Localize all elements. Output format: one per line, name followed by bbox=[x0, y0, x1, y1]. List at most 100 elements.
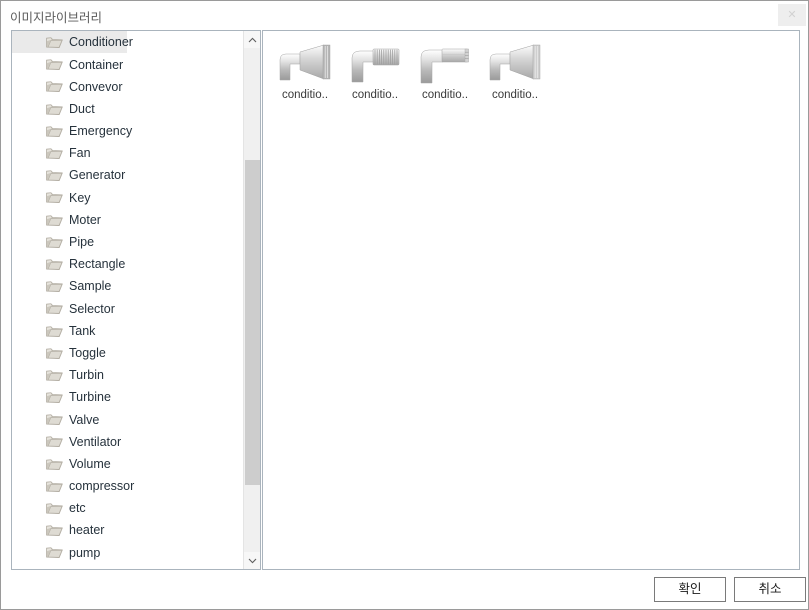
close-icon: ✕ bbox=[787, 8, 797, 21]
list-item[interactable]: Sample bbox=[12, 275, 244, 297]
thumbnail-item[interactable]: conditio.. bbox=[270, 38, 340, 110]
image-library-dialog: 이미지라이브러리 ✕ Conditioner Container Convevor D… bbox=[0, 0, 809, 610]
thumbnail-image-wrap bbox=[414, 40, 476, 86]
folder-icon bbox=[46, 436, 63, 448]
folder-icon bbox=[46, 148, 63, 160]
list-item[interactable]: compressor bbox=[12, 475, 244, 497]
folder-icon bbox=[46, 59, 63, 71]
folder-icon bbox=[46, 237, 63, 248]
folder-icon bbox=[46, 370, 63, 381]
list-item-label: Container bbox=[69, 57, 124, 72]
thumbnail-image bbox=[489, 44, 541, 81]
folder-icon bbox=[46, 303, 63, 315]
list-item[interactable]: Generator bbox=[12, 164, 244, 186]
list-item[interactable]: Tank bbox=[12, 319, 244, 341]
list-item[interactable]: Turbine bbox=[12, 386, 244, 408]
scrollbar-thumb[interactable] bbox=[245, 160, 260, 485]
list-item[interactable]: Ventilator bbox=[12, 430, 244, 452]
scroll-up-button[interactable] bbox=[244, 31, 260, 48]
thumbnail-item[interactable]: conditio.. bbox=[410, 38, 480, 110]
list-item-label: Volume bbox=[69, 456, 111, 471]
ok-button[interactable]: 확인 bbox=[654, 577, 726, 602]
list-item[interactable]: Duct bbox=[12, 98, 244, 120]
folder-icon bbox=[46, 104, 63, 115]
thumbnail-grid[interactable]: conditio.. conditio.. conditio.. conditio.. bbox=[270, 38, 799, 110]
list-item[interactable]: Turbin bbox=[12, 364, 244, 386]
thumbnail-panel: conditio.. conditio.. conditio.. conditio.. bbox=[262, 30, 800, 570]
list-item[interactable]: Rectangle bbox=[12, 253, 244, 275]
list-item-label: Duct bbox=[69, 101, 95, 116]
list-item[interactable]: pump bbox=[12, 541, 244, 563]
list-item-label: Toggle bbox=[69, 345, 106, 360]
category-list-panel: Conditioner Container Convevor Duct Emergenc… bbox=[11, 30, 261, 570]
thumbnail-item[interactable]: conditio.. bbox=[480, 38, 550, 110]
dialog-button-bar: 확인 취소 bbox=[1, 569, 808, 609]
category-list[interactable]: Conditioner Container Convevor Duct Emergenc… bbox=[12, 31, 244, 569]
list-item[interactable]: Container bbox=[12, 53, 244, 75]
folder-icon bbox=[46, 81, 63, 93]
folder-icon bbox=[46, 525, 63, 537]
list-item-label: Tank bbox=[69, 323, 96, 338]
list-item-label: Generator bbox=[69, 168, 126, 183]
folder-icon bbox=[46, 259, 63, 271]
chevron-down-icon bbox=[248, 558, 256, 563]
list-item[interactable]: Conditioner bbox=[12, 31, 133, 54]
list-item[interactable]: Fan bbox=[12, 142, 244, 164]
list-item-label: Fan bbox=[69, 146, 91, 161]
thumbnail-label: conditio.. bbox=[351, 89, 399, 101]
list-item-label: Emergency bbox=[69, 124, 133, 139]
list-item-label: heater bbox=[69, 523, 105, 538]
thumbnail-label: conditio.. bbox=[421, 89, 469, 101]
list-item-label: Conditioner bbox=[69, 35, 133, 50]
folder-icon bbox=[46, 325, 63, 337]
folder-icon bbox=[46, 126, 63, 137]
thumbnail-item[interactable]: conditio.. bbox=[340, 38, 410, 110]
list-item-label: etc bbox=[69, 501, 86, 516]
list-item-label: Selector bbox=[69, 301, 115, 316]
list-item-label: Sample bbox=[69, 279, 112, 294]
list-item-label: Key bbox=[69, 190, 91, 205]
folder-icon bbox=[46, 37, 63, 49]
folder-icon bbox=[46, 170, 63, 182]
list-item[interactable]: Volume bbox=[12, 453, 244, 475]
thumbnail-image-wrap bbox=[484, 40, 546, 86]
list-item[interactable]: Convevor bbox=[12, 75, 244, 97]
list-item[interactable]: Moter bbox=[12, 209, 244, 231]
list-item-label: compressor bbox=[69, 479, 135, 494]
list-item-label: Valve bbox=[69, 412, 100, 427]
chevron-up-icon bbox=[248, 37, 256, 42]
list-item[interactable]: Key bbox=[12, 186, 244, 208]
folder-icon bbox=[46, 503, 63, 515]
thumbnail-label: conditio.. bbox=[491, 89, 539, 101]
list-item[interactable]: Valve bbox=[12, 408, 244, 430]
folder-icon bbox=[46, 392, 63, 404]
list-item-label: Rectangle bbox=[69, 257, 126, 272]
list-item[interactable]: Toggle bbox=[12, 342, 244, 364]
cancel-button[interactable]: 취소 bbox=[734, 577, 806, 602]
thumbnail-label: conditio.. bbox=[281, 89, 329, 101]
list-item[interactable]: Pipe bbox=[12, 231, 244, 253]
folder-icon bbox=[46, 481, 63, 492]
folder-icon bbox=[46, 214, 63, 226]
title-bar: 이미지라이브러리 ✕ bbox=[1, 1, 808, 30]
close-button[interactable]: ✕ bbox=[778, 4, 806, 26]
category-list-scrollbar[interactable] bbox=[243, 31, 260, 569]
list-item[interactable]: heater bbox=[12, 519, 244, 541]
list-item[interactable]: Selector bbox=[12, 297, 244, 319]
folder-icon bbox=[46, 281, 63, 293]
thumbnail-image bbox=[279, 44, 331, 81]
folder-icon bbox=[46, 414, 63, 426]
list-item-label: Ventilator bbox=[69, 434, 122, 449]
scroll-down-button[interactable] bbox=[244, 552, 260, 569]
thumbnail-image-wrap bbox=[344, 40, 406, 86]
thumbnail-image bbox=[420, 48, 469, 84]
folder-icon bbox=[46, 459, 63, 470]
list-item-label: Turbine bbox=[69, 390, 111, 405]
list-item-label: Pipe bbox=[69, 235, 95, 250]
folder-icon bbox=[46, 348, 63, 359]
thumbnail-image bbox=[351, 48, 400, 83]
list-item[interactable]: etc bbox=[12, 497, 244, 519]
list-item[interactable]: Emergency bbox=[12, 120, 244, 142]
thumbnail-image-wrap bbox=[274, 40, 336, 86]
list-item-label: pump bbox=[69, 545, 101, 560]
